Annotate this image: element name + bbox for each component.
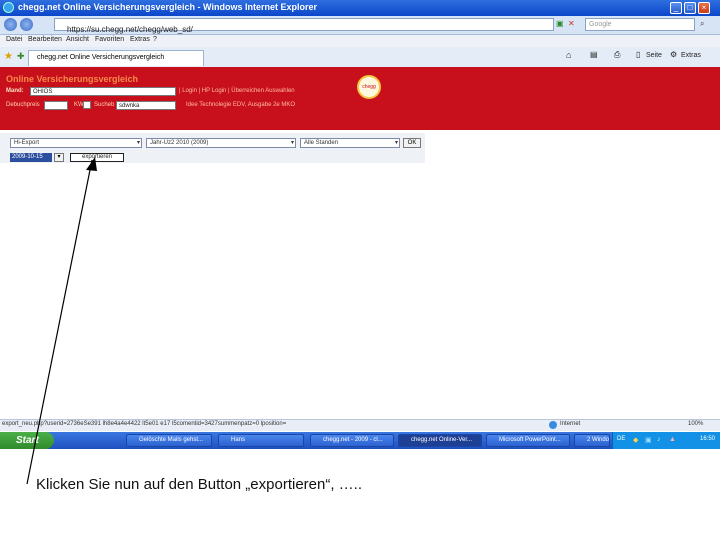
kw-checkbox[interactable] bbox=[83, 101, 91, 109]
back-icon[interactable] bbox=[4, 18, 17, 31]
export-type-select[interactable]: Hi-Export bbox=[10, 138, 142, 148]
favorites-tab-bar: ★ ✚ chegg.net Online Versicherungsvergle… bbox=[0, 47, 720, 68]
minimize-button[interactable]: _ bbox=[670, 2, 682, 14]
forward-icon[interactable] bbox=[20, 18, 33, 31]
sites-select[interactable]: Alle Standen bbox=[300, 138, 400, 148]
date-dropdown-icon[interactable]: ▾ bbox=[54, 153, 64, 162]
tray-language[interactable]: DE bbox=[617, 436, 625, 442]
ok-button[interactable]: OK bbox=[403, 138, 421, 148]
print-icon[interactable]: ⎙ bbox=[614, 50, 620, 60]
instruction-caption: Klicken Sie nun auf den Button „exportie… bbox=[36, 476, 363, 493]
page-menu[interactable]: Seite bbox=[646, 52, 662, 59]
lastname-input[interactable]: sdwnka bbox=[116, 101, 176, 110]
tray-alert-icon[interactable]: ▲ bbox=[669, 436, 676, 443]
taskbar-item-chegg-2009[interactable]: chegg.net - 2009 - cl... bbox=[310, 434, 394, 447]
maximize-button[interactable]: □ bbox=[684, 2, 696, 14]
start-button[interactable]: Start bbox=[0, 432, 54, 449]
start-label: Start bbox=[16, 435, 39, 446]
tools-menu[interactable]: Extras bbox=[681, 52, 701, 59]
gebuehr-label: Debuchpreis bbox=[6, 102, 40, 108]
status-url: export_neu.php?userid=2736eSe391 lh8e4a4… bbox=[2, 421, 287, 427]
add-favorites-icon[interactable]: ✚ bbox=[17, 51, 25, 62]
address-url: https://su.chegg.net/chegg/web_sd/ bbox=[67, 25, 193, 34]
footer-links[interactable]: Idee Technolegie EDV, Ausgabe 2e MKO bbox=[186, 102, 295, 108]
period-select[interactable]: Jahr-Uz2 2010 (2009) bbox=[146, 138, 296, 148]
ie-logo-icon bbox=[3, 2, 14, 13]
taskbar-item-hans[interactable]: Hans bbox=[218, 434, 304, 447]
gebuehr-select[interactable] bbox=[44, 101, 68, 110]
search-icon[interactable]: ⌕ bbox=[700, 19, 704, 29]
window-title: chegg.net Online Versicherungsvergleich … bbox=[18, 2, 317, 12]
status-zone: Internet bbox=[560, 421, 581, 427]
taskbar-item-windows[interactable]: 2 Windows... bbox=[574, 434, 610, 447]
lock-icon: ▣ bbox=[556, 19, 564, 28]
status-bar: export_neu.php?userid=2736eSe391 lh8e4a4… bbox=[0, 419, 720, 431]
mandant-select[interactable]: OHIOS bbox=[30, 87, 176, 96]
home-icon[interactable]: ⌂ bbox=[566, 50, 571, 60]
menu-help[interactable]: ? bbox=[153, 36, 157, 43]
menu-file[interactable]: Datei bbox=[6, 36, 22, 43]
search-input[interactable]: Google bbox=[585, 18, 695, 31]
logo-text: chegg bbox=[362, 84, 376, 90]
tray-network-icon[interactable]: ▣ bbox=[645, 436, 652, 444]
address-input[interactable]: https://su.chegg.net/chegg/web_sd/ bbox=[54, 18, 554, 34]
zoom-level[interactable]: 100% bbox=[688, 421, 703, 427]
window-title-bar: chegg.net Online Versicherungsvergleich … bbox=[0, 0, 720, 16]
tools-gear-icon[interactable]: ⚙ bbox=[670, 50, 677, 59]
feeds-icon[interactable]: ▤ bbox=[590, 50, 598, 59]
internet-zone-icon bbox=[549, 421, 557, 429]
tray-shield-icon[interactable]: ◆ bbox=[633, 436, 638, 444]
header-links[interactable]: | Login | HP Login | Überreichen Auswahl… bbox=[179, 88, 295, 94]
taskbar-item-mail[interactable]: Gelöschte Mails gehst... bbox=[126, 434, 212, 447]
export-button[interactable]: exportieren bbox=[70, 153, 124, 162]
tray-volume-icon[interactable]: ♪ bbox=[657, 436, 661, 443]
menu-bar: Datei Bearbeiten Ansicht Favoriten Extra… bbox=[0, 35, 720, 47]
tab-label: chegg.net Online Versicherungsvergleich bbox=[37, 54, 165, 61]
close-window-button[interactable]: × bbox=[698, 2, 710, 14]
page-icon[interactable]: ▯ bbox=[636, 50, 640, 59]
taskbar: Start Gelöschte Mails gehst... Hans cheg… bbox=[0, 432, 720, 449]
lastname-label: Sucheb bbox=[94, 102, 115, 108]
menu-view[interactable]: Ansicht bbox=[66, 36, 89, 43]
system-tray: DE ◆ ▣ ♪ ▲ 16:50 bbox=[612, 432, 720, 449]
menu-favorites[interactable]: Favoriten bbox=[95, 36, 124, 43]
browser-tab[interactable]: chegg.net Online Versicherungsvergleich bbox=[28, 50, 204, 66]
menu-tools[interactable]: Extras bbox=[130, 36, 150, 43]
site-logo: chegg bbox=[357, 75, 381, 99]
date-select[interactable]: 2009-10-15 bbox=[10, 153, 52, 162]
tray-clock: 16:50 bbox=[699, 436, 715, 442]
mandant-label: Mand: bbox=[6, 88, 24, 94]
menu-edit[interactable]: Bearbeiten bbox=[28, 36, 62, 43]
address-toolbar: https://su.chegg.net/chegg/web_sd/ ▣ ✕ G… bbox=[0, 16, 720, 35]
stop-icon[interactable]: ✕ bbox=[568, 19, 575, 28]
taskbar-item-chegg-online[interactable]: chegg.net Online-Ver... bbox=[398, 434, 482, 447]
taskbar-item-powerpoint[interactable]: Microsoft PowerPoint... bbox=[486, 434, 570, 447]
favorites-star-icon[interactable]: ★ bbox=[4, 51, 13, 62]
site-brand: Online Versicherungsvergleich bbox=[6, 74, 139, 84]
